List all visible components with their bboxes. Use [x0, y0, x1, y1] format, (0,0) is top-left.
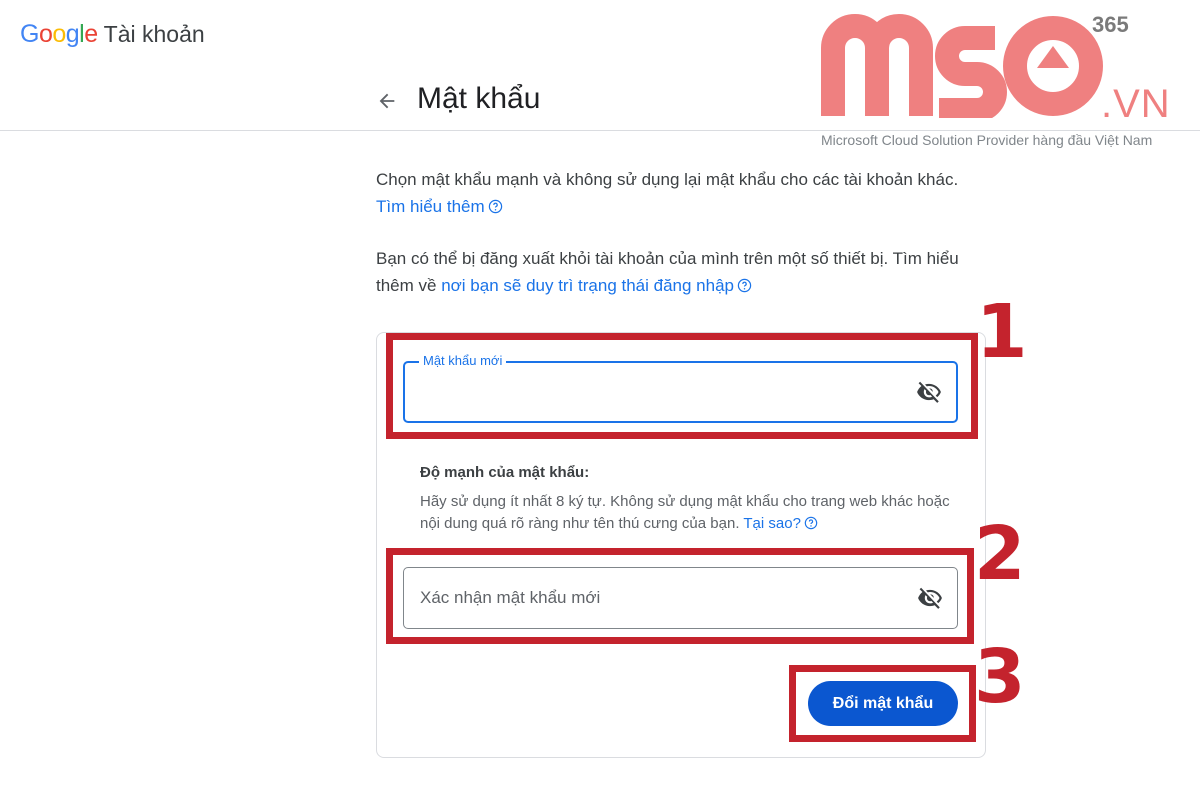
mso-logo [821, 14, 1103, 118]
help-circle-icon[interactable] [737, 278, 752, 293]
intro-text: Chọn mật khẩu mạnh và không sử dụng lại … [376, 170, 959, 189]
strength-hint-text: Hãy sử dụng ít nhất 8 ký tự. Không sử dụ… [420, 493, 950, 532]
step-1-highlight [386, 333, 978, 439]
learn-more-link[interactable]: Tìm hiểu thêm [376, 197, 485, 216]
google-logo-letter: G [20, 20, 39, 48]
google-logo-letter: o [38, 20, 53, 48]
step-3-highlight [789, 665, 976, 742]
mso-tagline: Microsoft Cloud Solution Provider hàng đ… [821, 132, 1153, 148]
mso-domain-label: .VN [1101, 82, 1171, 126]
signout-paragraph: Bạn có thể bị đăng xuất khỏi tài khoản c… [376, 245, 966, 299]
google-logo-letter: g [65, 20, 80, 48]
step-1-number: 1 [976, 289, 1028, 375]
mso-365-label: 365 [1092, 12, 1129, 37]
mso-watermark: 365 .VN Microsoft Cloud Solution Provide… [815, 8, 1185, 153]
help-circle-icon[interactable] [488, 199, 503, 214]
google-logo-letter: o [52, 20, 66, 48]
why-link[interactable]: Tại sao? [743, 515, 801, 532]
google-logo: Google [20, 20, 98, 49]
google-account-brand[interactable]: Google Tài khoản [20, 20, 205, 49]
intro-paragraph: Chọn mật khẩu mạnh và không sử dụng lại … [376, 166, 966, 220]
step-2-highlight [386, 548, 974, 644]
brand-product-name: Tài khoản [103, 21, 205, 47]
help-circle-icon[interactable] [804, 516, 818, 530]
step-3-number: 3 [974, 634, 1026, 720]
page-title: Mật khẩu [417, 82, 541, 115]
google-logo-letter: e [84, 20, 98, 48]
step-2-number: 2 [974, 511, 1026, 597]
password-strength-hint: Hãy sử dụng ít nhất 8 ký tự. Không sử dụ… [420, 491, 960, 535]
arrow-back-icon [379, 93, 395, 109]
stay-signed-in-link[interactable]: nơi bạn sẽ duy trì trạng thái đăng nhập [441, 276, 734, 295]
password-strength-title: Độ mạnh của mật khẩu: [420, 464, 590, 481]
back-button[interactable] [372, 86, 402, 116]
